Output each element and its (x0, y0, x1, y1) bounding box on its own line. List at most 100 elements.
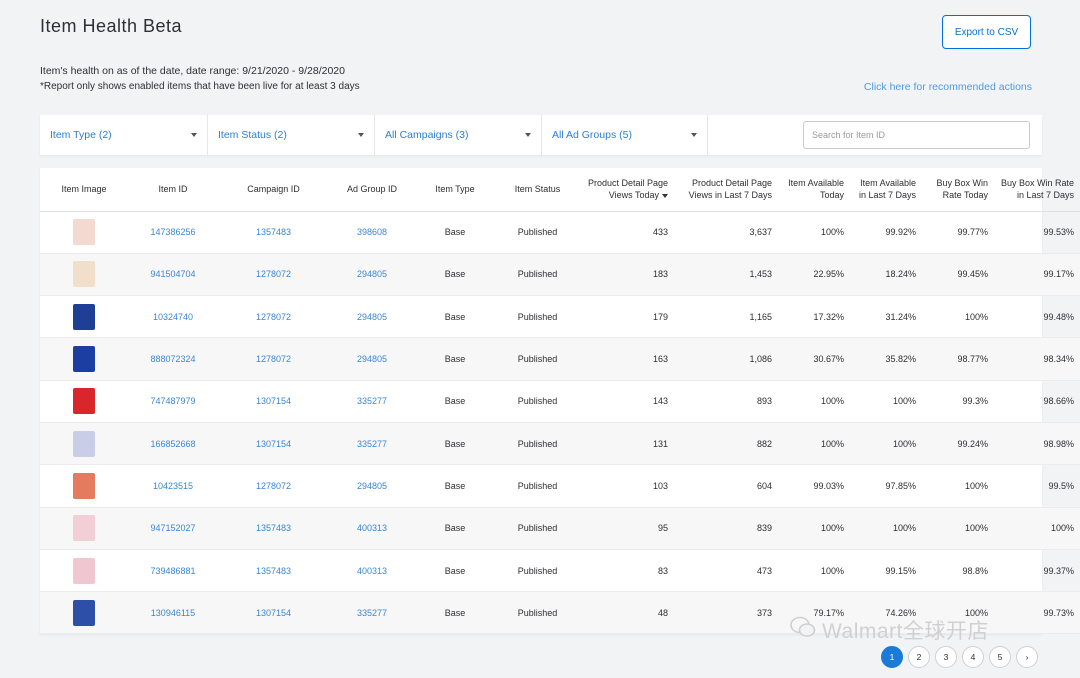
item-thumbnail[interactable] (73, 388, 95, 415)
col-available-today-line2: Today (819, 190, 844, 201)
buybox-7d-cell: 98.98% (1000, 422, 1080, 466)
item-thumbnail[interactable] (73, 599, 95, 626)
item-health-table: Item Image Item ID Campaign ID Ad Group … (40, 168, 1080, 635)
sort-descending-icon (662, 193, 668, 198)
page-5-button[interactable]: 5 (989, 646, 1011, 668)
item-id-link[interactable]: 130946115 (128, 591, 218, 635)
page-3-button[interactable]: 3 (935, 646, 957, 668)
item-image-cell (40, 507, 128, 550)
col-buybox-7d[interactable]: Buy Box Win Rate in Last 7 Days (1000, 168, 1080, 212)
item-id-search-input[interactable] (812, 130, 1029, 140)
page-1-button[interactable]: 1 (881, 646, 903, 668)
item-thumbnail[interactable] (73, 261, 95, 288)
campaign-id-link[interactable]: 1357483 (218, 211, 329, 254)
campaign-id-link[interactable]: 1278072 (218, 253, 329, 297)
item-id-link[interactable]: 739486881 (128, 549, 218, 593)
available-today-cell: 17.32% (784, 295, 856, 339)
ad-group-id-link[interactable]: 398608 (329, 211, 415, 254)
campaign-id-link[interactable]: 1278072 (218, 337, 329, 381)
item-id-link[interactable]: 10324740 (128, 295, 218, 339)
item-type-filter[interactable]: Item Type (2) (40, 115, 208, 155)
export-csv-button[interactable]: Export to CSV (942, 15, 1031, 49)
col-pdp-views-today[interactable]: Product Detail Page Views Today (580, 168, 680, 212)
buybox-today-cell: 98.8% (928, 549, 1000, 593)
available-today-cell: 22.95% (784, 253, 856, 297)
pdp-views-today-cell: 433 (580, 211, 680, 254)
ad-group-id-link[interactable]: 294805 (329, 337, 415, 381)
item-id-link[interactable]: 147386256 (128, 211, 218, 254)
recommended-actions-link[interactable]: Click here for recommended actions (864, 81, 1032, 93)
col-pdp-views-7d[interactable]: Product Detail Page Views in Last 7 Days (680, 168, 784, 212)
chevron-down-icon (191, 133, 197, 137)
pagination: 1 2 3 4 5 › (881, 646, 1038, 668)
item-status-cell: Published (495, 464, 580, 508)
pdp-views-today-cell: 83 (580, 549, 680, 593)
item-id-link[interactable]: 166852668 (128, 422, 218, 466)
next-page-button[interactable]: › (1016, 646, 1038, 668)
item-status-cell: Published (495, 253, 580, 297)
ad-group-id-link[interactable]: 335277 (329, 591, 415, 635)
page-2-button[interactable]: 2 (908, 646, 930, 668)
campaign-id-link[interactable]: 1357483 (218, 549, 329, 593)
buybox-today-cell: 100% (928, 464, 1000, 508)
col-available-7d[interactable]: Item Available in Last 7 Days (856, 168, 928, 212)
table-row: 747487979 1307154 335277 Base Published 143 89… (40, 380, 1080, 423)
item-status-cell: Published (495, 549, 580, 593)
campaign-id-link[interactable]: 1307154 (218, 422, 329, 466)
buybox-7d-cell: 100% (1000, 507, 1080, 550)
col-campaign-id[interactable]: Campaign ID (218, 168, 329, 212)
ad-group-id-link[interactable]: 294805 (329, 253, 415, 297)
ad-group-id-link[interactable]: 294805 (329, 295, 415, 339)
col-buybox-today[interactable]: Buy Box Win Rate Today (928, 168, 1000, 212)
item-status-cell: Published (495, 507, 580, 550)
pdp-views-today-cell: 131 (580, 422, 680, 466)
item-thumbnail[interactable] (73, 303, 95, 330)
table-row: 10423515 1278072 294805 Base Published 103 604… (40, 464, 1080, 508)
item-image-cell (40, 380, 128, 423)
item-thumbnail[interactable] (73, 515, 95, 542)
item-thumbnail[interactable] (73, 346, 95, 373)
buybox-today-cell: 100% (928, 507, 1000, 550)
col-item-type[interactable]: Item Type (415, 168, 495, 212)
buybox-today-cell: 99.24% (928, 422, 1000, 466)
item-status-filter-label: Item Status (2) (218, 129, 287, 141)
ad-group-id-link[interactable]: 294805 (329, 464, 415, 508)
available-today-cell: 100% (784, 211, 856, 254)
item-id-link[interactable]: 947152027 (128, 507, 218, 550)
ad-group-id-link[interactable]: 400313 (329, 507, 415, 550)
ad-group-id-link[interactable]: 335277 (329, 380, 415, 423)
col-ad-group-id[interactable]: Ad Group ID (329, 168, 415, 212)
ad-group-id-link[interactable]: 335277 (329, 422, 415, 466)
campaign-id-link[interactable]: 1357483 (218, 507, 329, 550)
col-item-id[interactable]: Item ID (128, 168, 218, 212)
col-item-status[interactable]: Item Status (495, 168, 580, 212)
buybox-today-cell: 99.77% (928, 211, 1000, 254)
item-status-cell: Published (495, 295, 580, 339)
table-row: 130946115 1307154 335277 Base Published 48 373… (40, 591, 1080, 635)
page-4-button[interactable]: 4 (962, 646, 984, 668)
table-row: 947152027 1357483 400313 Base Published 95 839… (40, 507, 1080, 550)
col-pdp-views-7d-line2: Views in Last 7 Days (688, 190, 772, 201)
pdp-views-7d-cell: 1,165 (680, 295, 784, 339)
col-available-today[interactable]: Item Available Today (784, 168, 856, 212)
campaign-id-link[interactable]: 1278072 (218, 295, 329, 339)
ad-group-id-link[interactable]: 400313 (329, 549, 415, 593)
item-id-link[interactable]: 888072324 (128, 337, 218, 381)
pdp-views-7d-cell: 882 (680, 422, 784, 466)
item-thumbnail[interactable] (73, 472, 95, 499)
item-id-link[interactable]: 10423515 (128, 464, 218, 508)
ad-groups-filter[interactable]: All Ad Groups (5) (542, 115, 708, 155)
report-note: *Report only shows enabled items that ha… (40, 81, 360, 92)
item-thumbnail[interactable] (73, 219, 95, 246)
item-id-link[interactable]: 941504704 (128, 253, 218, 297)
item-thumbnail[interactable] (73, 430, 95, 457)
item-type-cell: Base (415, 253, 495, 297)
item-status-filter[interactable]: Item Status (2) (208, 115, 375, 155)
campaigns-filter[interactable]: All Campaigns (3) (375, 115, 542, 155)
campaign-id-link[interactable]: 1307154 (218, 380, 329, 423)
item-thumbnail[interactable] (73, 557, 95, 584)
campaign-id-link[interactable]: 1307154 (218, 591, 329, 635)
item-id-link[interactable]: 747487979 (128, 380, 218, 423)
ad-groups-filter-label: All Ad Groups (5) (552, 129, 632, 141)
campaign-id-link[interactable]: 1278072 (218, 464, 329, 508)
